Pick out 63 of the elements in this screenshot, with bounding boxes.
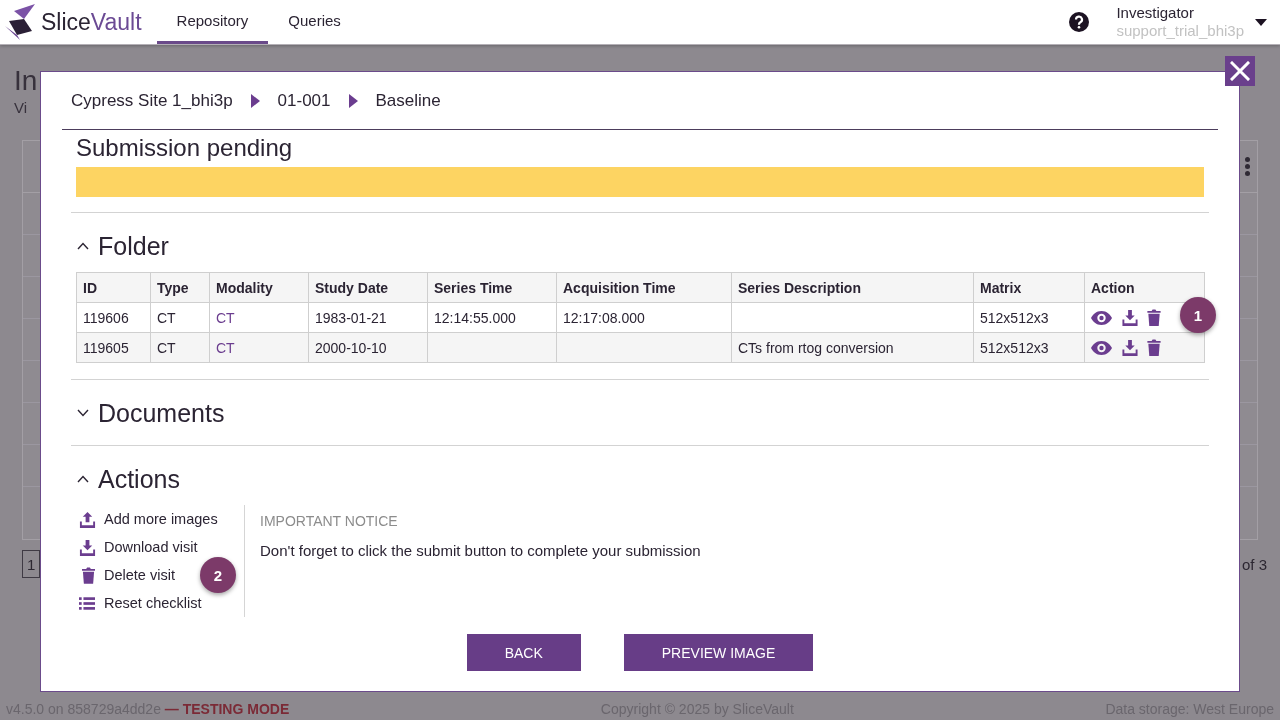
table-cell: 119606: [76, 302, 151, 333]
page-count: of 3: [1241, 555, 1267, 573]
section-toggle[interactable]: Folder: [76, 231, 169, 261]
table-cell: 2000-10-10: [308, 332, 428, 363]
table-cell: 12:14:55.000: [427, 302, 557, 333]
eye-icon[interactable]: [1091, 310, 1112, 325]
column-header[interactable]: Matrix: [973, 272, 1085, 303]
table-cell: 119605: [76, 332, 151, 363]
column-header[interactable]: Modality: [209, 272, 309, 303]
table-cell: CT: [150, 332, 210, 363]
modality-link[interactable]: CT: [216, 339, 235, 356]
table-cell: 512x512x3: [973, 332, 1085, 363]
back-button[interactable]: BACK: [466, 634, 581, 671]
column-header[interactable]: Acquisition Time: [556, 272, 732, 303]
column-header[interactable]: Action: [1084, 272, 1205, 303]
table-cell: CTs from rtog conversion: [731, 332, 974, 363]
close-button[interactable]: [1225, 56, 1255, 86]
upload-icon: [79, 510, 96, 528]
preview-image-button[interactable]: PREVIEW IMAGE: [623, 634, 814, 671]
table-cell: 12:17:08.000: [556, 302, 732, 333]
action-link[interactable]: Add more images: [79, 510, 218, 528]
list-icon: [79, 596, 95, 610]
help-icon[interactable]: [1069, 12, 1090, 32]
column-header[interactable]: ID: [76, 272, 151, 303]
page-title: In: [14, 65, 38, 97]
eye-icon[interactable]: [1091, 340, 1112, 355]
trash-icon[interactable]: [1147, 309, 1161, 326]
breadcrumb-link[interactable]: Cypress Site 1_bhi3p: [71, 90, 233, 111]
download-icon: [79, 538, 96, 556]
step-badge: 2: [200, 557, 236, 593]
vertical-dots-icon[interactable]: [1245, 157, 1250, 176]
table-cell: 1983-01-21: [308, 302, 428, 333]
action-link[interactable]: Download visit: [79, 538, 198, 556]
notice-title: IMPORTANT NOTICE: [260, 512, 399, 531]
breadcrumb-arrow-icon: [348, 93, 358, 108]
trash-icon[interactable]: [1147, 339, 1161, 356]
section-toggle[interactable]: Actions: [76, 464, 180, 494]
brand-name: SliceVault: [41, 8, 142, 36]
column-header[interactable]: Series Description: [731, 272, 974, 303]
page-subtitle: Vi: [14, 99, 29, 117]
download-icon[interactable]: [1121, 339, 1139, 356]
modality-link[interactable]: CT: [216, 309, 235, 326]
column-header[interactable]: Type: [150, 272, 210, 303]
table-cell: CT: [150, 302, 210, 333]
page-button[interactable]: 1: [22, 550, 41, 578]
step-badge: 1: [1180, 297, 1216, 333]
status-heading: Submission pending: [76, 134, 294, 162]
action-link[interactable]: Reset checklist: [79, 595, 202, 611]
column-header[interactable]: Study Date: [308, 272, 428, 303]
section-toggle[interactable]: Documents: [76, 398, 225, 428]
download-icon[interactable]: [1121, 309, 1139, 326]
table-cell: 512x512x3: [973, 302, 1085, 333]
breadcrumb-current: Baseline: [375, 90, 441, 111]
column-header[interactable]: Series Time: [427, 272, 557, 303]
nav-tab[interactable]: Queries: [268, 0, 361, 44]
trash-icon: [82, 566, 95, 584]
breadcrumb-link[interactable]: 01-001: [277, 90, 331, 111]
caret-down-icon: [1255, 18, 1267, 26]
close-icon: [1230, 61, 1250, 81]
action-link[interactable]: Delete visit: [79, 566, 175, 584]
breadcrumb-arrow-icon: [250, 93, 260, 108]
notice-text: Don't forget to click the submit button to complete your submission: [260, 541, 702, 561]
user-menu[interactable]: Investigator support_trial_bhi3p: [1116, 4, 1267, 40]
